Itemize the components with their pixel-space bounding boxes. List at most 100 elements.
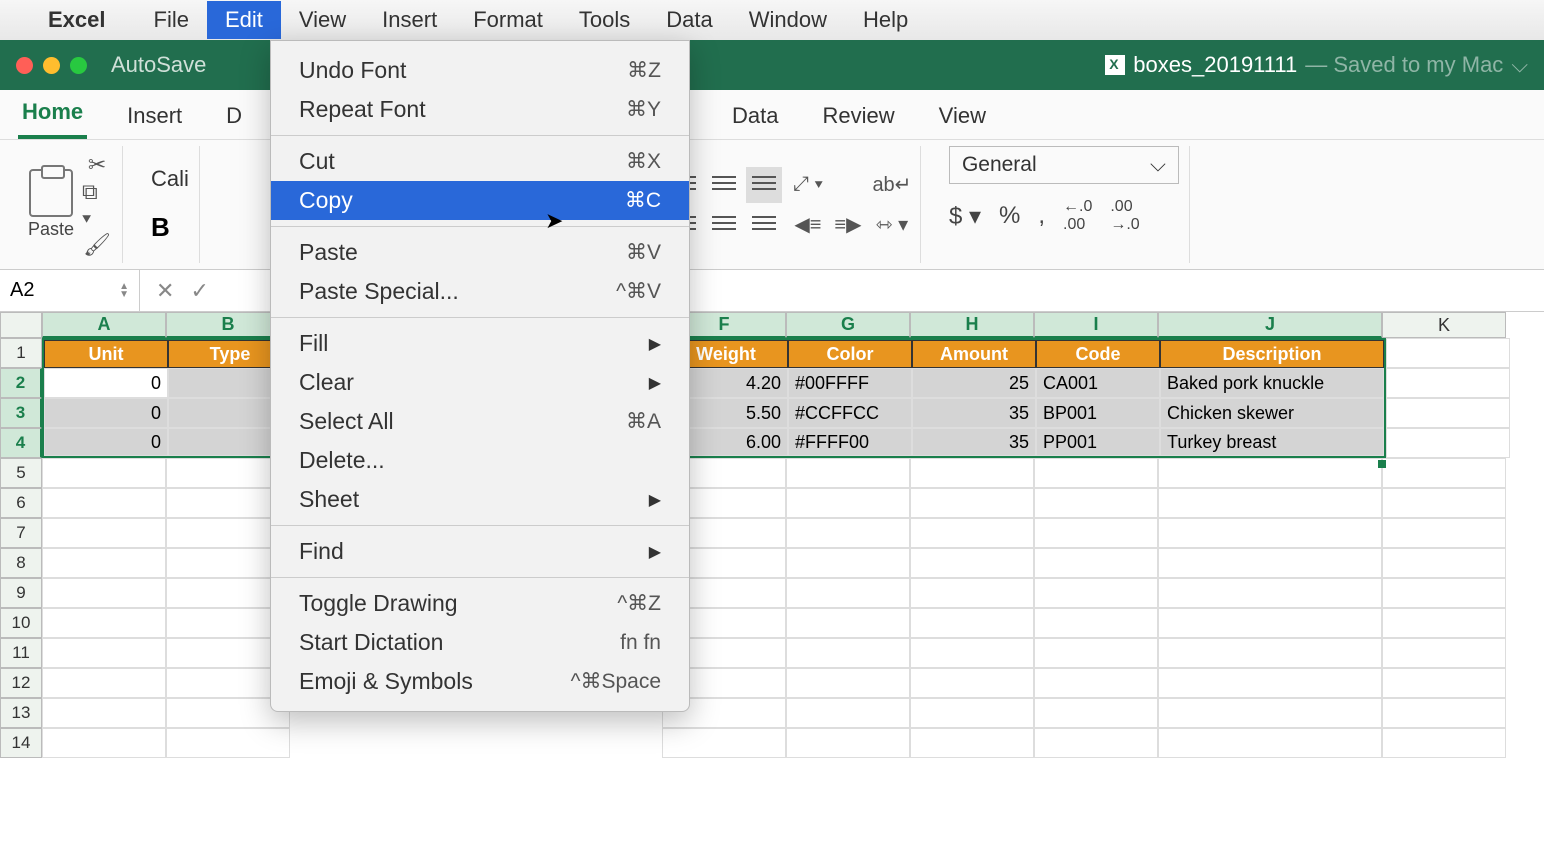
- zoom-window-icon[interactable]: [70, 57, 87, 74]
- align-middle-icon[interactable]: [706, 167, 742, 203]
- menu-format[interactable]: Format: [455, 1, 561, 39]
- selection-handle[interactable]: [1378, 460, 1386, 468]
- menu-item-start-dictation[interactable]: Start Dictationfn fn: [271, 623, 689, 662]
- enter-formula-icon[interactable]: ✓: [190, 278, 208, 304]
- col-K[interactable]: K: [1382, 312, 1506, 338]
- autosave-label[interactable]: AutoSave: [111, 52, 206, 78]
- cell-A4[interactable]: 0: [44, 428, 168, 456]
- rowhdr-9[interactable]: 9: [0, 578, 42, 608]
- cell-G3[interactable]: #CCFFCC: [788, 398, 912, 428]
- col-A[interactable]: A: [42, 312, 166, 338]
- rowhdr-3[interactable]: 3: [0, 398, 42, 428]
- currency-icon[interactable]: $ ▾: [949, 202, 981, 231]
- cell-K3[interactable]: [1386, 398, 1510, 428]
- cell-G4[interactable]: #FFFF00: [788, 428, 912, 456]
- cell-J4[interactable]: Turkey breast: [1160, 428, 1384, 456]
- cut-icon[interactable]: ✂: [82, 150, 112, 180]
- cell-I2[interactable]: CA001: [1036, 368, 1160, 398]
- menu-item-delete-[interactable]: Delete...: [271, 441, 689, 480]
- menu-file[interactable]: File: [136, 1, 207, 39]
- menu-item-undo-font[interactable]: Undo Font⌘Z: [271, 51, 689, 90]
- percent-icon[interactable]: %: [999, 202, 1020, 230]
- rowhdr-8[interactable]: 8: [0, 548, 42, 578]
- font-name-partial[interactable]: Cali: [151, 166, 189, 192]
- close-window-icon[interactable]: [16, 57, 33, 74]
- name-box-stepper[interactable]: ▲▼: [119, 283, 129, 299]
- align-center-icon[interactable]: [706, 207, 742, 243]
- cell-K4[interactable]: [1386, 428, 1510, 458]
- menu-item-select-all[interactable]: Select All⌘A: [271, 402, 689, 441]
- col-G[interactable]: G: [786, 312, 910, 338]
- tab-view[interactable]: View: [935, 93, 990, 139]
- menu-item-toggle-drawing[interactable]: Toggle Drawing^⌘Z: [271, 584, 689, 623]
- cancel-formula-icon[interactable]: ✕: [156, 278, 174, 304]
- menu-insert[interactable]: Insert: [364, 1, 455, 39]
- cell-H3[interactable]: 35: [912, 398, 1036, 428]
- rowhdr-10[interactable]: 10: [0, 608, 42, 638]
- rowhdr-2[interactable]: 2: [0, 368, 42, 398]
- rowhdr-7[interactable]: 7: [0, 518, 42, 548]
- bold-button[interactable]: B: [151, 212, 189, 243]
- menu-item-paste-special-[interactable]: Paste Special...^⌘V: [271, 272, 689, 311]
- menu-help[interactable]: Help: [845, 1, 926, 39]
- document-title[interactable]: boxes_20191111 — Saved to my Mac ⌵: [1105, 52, 1528, 78]
- menu-window[interactable]: Window: [731, 1, 845, 39]
- menu-edit[interactable]: Edit: [207, 1, 281, 39]
- menu-item-emoji-symbols[interactable]: Emoji & Symbols^⌘Space: [271, 662, 689, 701]
- decrease-decimal-icon[interactable]: .00→.0: [1110, 198, 1139, 234]
- rowhdr-5[interactable]: 5: [0, 458, 42, 488]
- rowhdr-14[interactable]: 14: [0, 728, 42, 758]
- menu-item-cut[interactable]: Cut⌘X: [271, 142, 689, 181]
- cell-H4[interactable]: 35: [912, 428, 1036, 456]
- menu-item-paste[interactable]: Paste⌘V: [271, 233, 689, 272]
- cell-I4[interactable]: PP001: [1036, 428, 1160, 456]
- tab-review[interactable]: Review: [819, 93, 899, 139]
- rowhdr-12[interactable]: 12: [0, 668, 42, 698]
- menu-tools[interactable]: Tools: [561, 1, 648, 39]
- rowhdr-13[interactable]: 13: [0, 698, 42, 728]
- tab-home[interactable]: Home: [18, 89, 87, 139]
- tab-d[interactable]: D: [222, 93, 246, 139]
- chevron-down-icon[interactable]: ⌵: [1511, 52, 1528, 78]
- align-bottom-icon[interactable]: [746, 167, 782, 203]
- format-painter-icon[interactable]: 🖌: [82, 230, 112, 260]
- select-all-corner[interactable]: [0, 312, 42, 338]
- decrease-indent-icon[interactable]: ◀≡: [790, 207, 826, 243]
- hdr-amount[interactable]: Amount: [912, 340, 1036, 368]
- cell-J2[interactable]: Baked pork knuckle: [1160, 368, 1384, 398]
- wrap-text-icon[interactable]: ab↵: [874, 167, 910, 203]
- menu-item-repeat-font[interactable]: Repeat Font⌘Y: [271, 90, 689, 129]
- hdr-desc[interactable]: Description: [1160, 340, 1384, 368]
- name-box[interactable]: A2 ▲▼: [0, 270, 140, 311]
- col-H[interactable]: H: [910, 312, 1034, 338]
- menu-item-sheet[interactable]: Sheet▶: [271, 480, 689, 519]
- hdr-code[interactable]: Code: [1036, 340, 1160, 368]
- hdr-unit[interactable]: Unit: [44, 340, 168, 368]
- cell-K1[interactable]: [1386, 338, 1510, 368]
- copy-icon[interactable]: ⧉ ▾: [82, 190, 112, 220]
- number-format-select[interactable]: General ⌵: [949, 146, 1179, 184]
- menu-item-fill[interactable]: Fill▶: [271, 324, 689, 363]
- cell-K2[interactable]: [1386, 368, 1510, 398]
- cell-H2[interactable]: 25: [912, 368, 1036, 398]
- col-J[interactable]: J: [1158, 312, 1382, 338]
- menu-data[interactable]: Data: [648, 1, 730, 39]
- tab-insert[interactable]: Insert: [123, 93, 186, 139]
- app-name[interactable]: Excel: [48, 7, 106, 33]
- increase-indent-icon[interactable]: ≡▶: [830, 207, 866, 243]
- rowhdr-4[interactable]: 4: [0, 428, 42, 458]
- cell-A2[interactable]: 0: [44, 368, 168, 398]
- align-right-icon[interactable]: [746, 207, 782, 243]
- col-I[interactable]: I: [1034, 312, 1158, 338]
- increase-decimal-icon[interactable]: ←.0.00: [1063, 198, 1092, 234]
- cell-J3[interactable]: Chicken skewer: [1160, 398, 1384, 428]
- cell-G2[interactable]: #00FFFF: [788, 368, 912, 398]
- paste-button[interactable]: Paste: [28, 169, 74, 240]
- menu-view[interactable]: View: [281, 1, 364, 39]
- hdr-color[interactable]: Color: [788, 340, 912, 368]
- rowhdr-11[interactable]: 11: [0, 638, 42, 668]
- cell-I3[interactable]: BP001: [1036, 398, 1160, 428]
- minimize-window-icon[interactable]: [43, 57, 60, 74]
- cell-A3[interactable]: 0: [44, 398, 168, 428]
- comma-icon[interactable]: ,: [1038, 202, 1045, 230]
